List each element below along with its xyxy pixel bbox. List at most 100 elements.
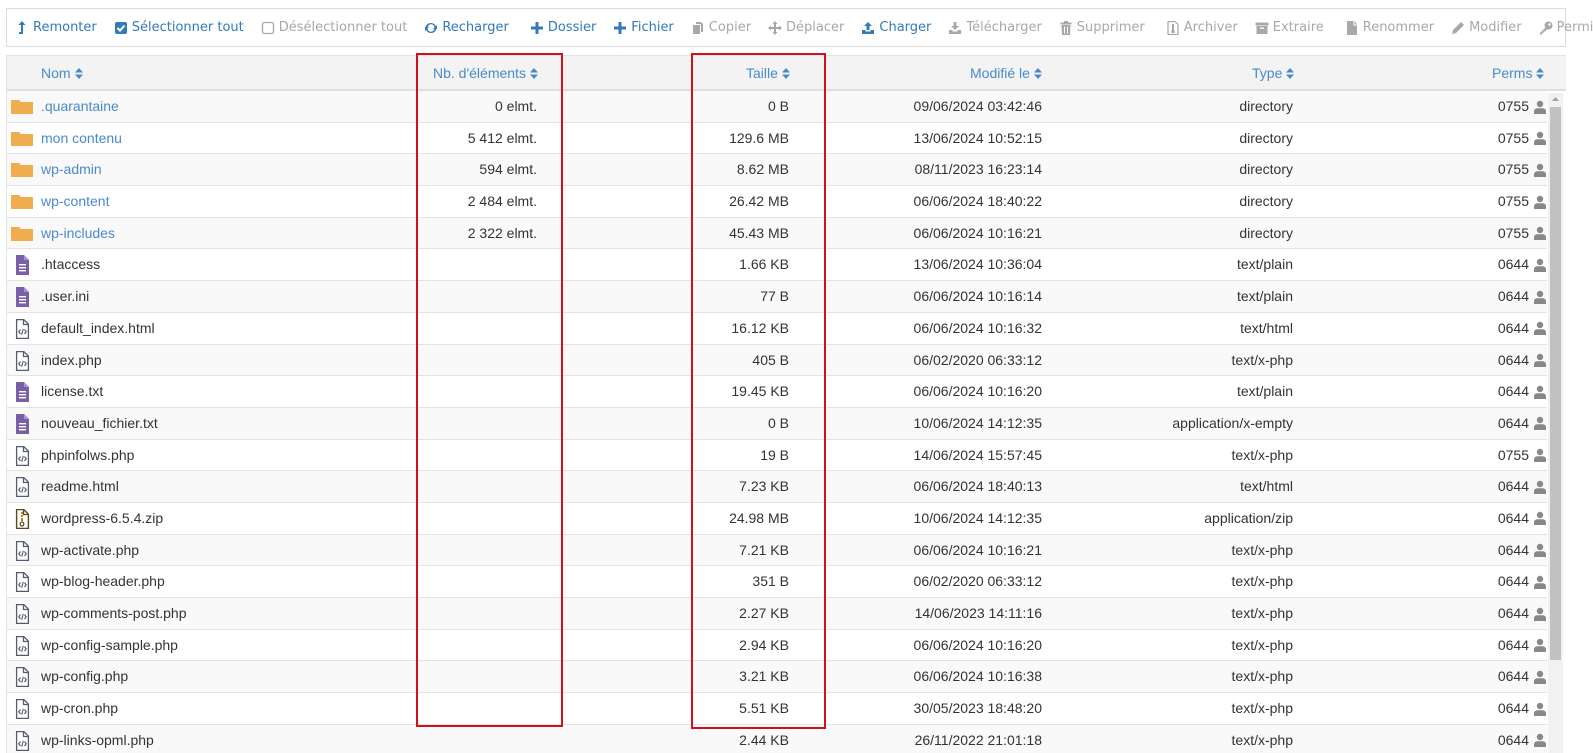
toolbar-button-label: Copier xyxy=(708,20,752,35)
toolbar-button-label: Remonter xyxy=(33,20,97,35)
table-row[interactable]: mon contenu 5 412 elmt. 129.6 MB 13/06/2… xyxy=(7,122,1547,155)
toolbar-button-supprimer[interactable]: Supprimer xyxy=(1059,20,1145,35)
row-perms[interactable]: 0644 xyxy=(1498,693,1547,724)
row-perms[interactable]: 0644 xyxy=(1498,661,1547,692)
scrollbar[interactable] xyxy=(1548,93,1563,753)
row-modified: 26/11/2022 21:01:18 xyxy=(914,731,1042,748)
row-perms[interactable]: 0755 xyxy=(1498,186,1547,217)
toolbar-button-telecharger[interactable]: Télécharger xyxy=(948,20,1042,35)
table-row[interactable]: .quarantaine 0 elmt. 0 B 09/06/2024 03:4… xyxy=(7,91,1547,123)
table-row[interactable]: wp-blog-header.php 351 B 06/02/2020 06:3… xyxy=(7,566,1547,598)
header-items[interactable]: Nb. d'éléments xyxy=(433,56,538,90)
header-perms-label: Perms xyxy=(1492,65,1533,81)
row-perms[interactable]: 0644 xyxy=(1498,408,1547,439)
table-row[interactable]: wp-links-opml.php 2.44 KB 26/11/2022 21:… xyxy=(7,724,1547,753)
row-perms[interactable]: 0644 xyxy=(1498,471,1547,502)
row-name[interactable]: .user.ini xyxy=(41,281,89,312)
table-row[interactable]: index.php 405 B 06/02/2020 06:33:12 text… xyxy=(7,344,1547,377)
toolbar-button-copier[interactable]: Copier xyxy=(691,20,751,35)
row-perms[interactable]: 0644 xyxy=(1498,376,1547,407)
table-row[interactable]: default_index.html 16.12 KB 06/06/2024 1… xyxy=(7,312,1547,345)
row-perms[interactable]: 0755 xyxy=(1498,154,1547,185)
row-name[interactable]: phpinfolws.php xyxy=(41,440,134,471)
toolbar-button-permissions[interactable]: Permissions xyxy=(1539,20,1593,35)
row-name[interactable]: readme.html xyxy=(41,471,119,502)
table-row[interactable]: wordpress-6.5.4.zip 24.98 MB 10/06/2024 … xyxy=(7,502,1547,535)
table-row[interactable]: license.txt 19.45 KB 06/06/2024 10:16:20… xyxy=(7,376,1547,408)
row-perms[interactable]: 0644 xyxy=(1498,598,1547,629)
table-row[interactable]: .user.ini 77 B 06/06/2024 10:16:14 text/… xyxy=(7,281,1547,313)
row-perms[interactable]: 0755 xyxy=(1498,123,1547,154)
toolbar-button-archiver[interactable]: Archiver xyxy=(1166,20,1238,35)
row-name[interactable]: default_index.html xyxy=(41,313,155,344)
row-perms[interactable]: 0644 xyxy=(1498,630,1547,661)
header-size[interactable]: Taille xyxy=(746,56,790,90)
toolbar-button-remonter[interactable]: Remonter xyxy=(15,20,97,35)
table-row[interactable]: wp-cron.php 5.51 KB 30/05/2023 18:48:20 … xyxy=(7,693,1547,725)
table-row[interactable]: .htaccess 1.66 KB 13/06/2024 10:36:04 te… xyxy=(7,249,1547,282)
table-row[interactable]: wp-includes 2 322 elmt. 45.43 MB 06/06/2… xyxy=(7,217,1547,250)
toolbar-button-extraire[interactable]: Extraire xyxy=(1255,20,1324,35)
table-row[interactable]: wp-comments-post.php 2.27 KB 14/06/2023 … xyxy=(7,598,1547,630)
text-file-icon xyxy=(11,255,33,276)
row-name[interactable]: wp-admin xyxy=(41,154,102,185)
row-perms[interactable]: 0755 xyxy=(1498,218,1547,249)
scroll-up-arrow-icon[interactable] xyxy=(1548,93,1563,105)
table-row[interactable]: wp-content 2 484 elmt. 26.42 MB 06/06/20… xyxy=(7,186,1547,218)
row-name[interactable]: index.php xyxy=(41,345,102,376)
row-perms[interactable]: 0755 xyxy=(1498,440,1547,471)
row-name[interactable]: wp-config-sample.php xyxy=(41,630,178,661)
toolbar-button-deselectionner-tout[interactable]: Désélectionner tout xyxy=(261,20,407,35)
row-name[interactable]: wp-links-opml.php xyxy=(41,725,154,753)
header-name[interactable]: Nom xyxy=(41,56,83,90)
toolbar-button-fichier[interactable]: Fichier xyxy=(613,20,674,35)
toolbar-button-modifier[interactable]: Modifier xyxy=(1451,20,1522,35)
header-modified[interactable]: Modifié le xyxy=(970,56,1042,90)
row-perms[interactable]: 0755 xyxy=(1498,91,1547,122)
row-name[interactable]: wp-comments-post.php xyxy=(41,598,187,629)
toolbar-button-renommer[interactable]: Renommer xyxy=(1345,20,1434,35)
row-perms[interactable]: 0644 xyxy=(1498,281,1547,312)
header-type[interactable]: Type xyxy=(1252,56,1295,90)
table-row[interactable]: wp-config-sample.php 2.94 KB 06/06/2024 … xyxy=(7,629,1547,662)
row-name[interactable]: wp-config.php xyxy=(41,661,128,692)
table-row[interactable]: nouveau_fichier.txt 0 B 10/06/2024 14:12… xyxy=(7,407,1547,440)
toolbar-button-dossier[interactable]: Dossier xyxy=(530,20,596,35)
row-name[interactable]: wp-activate.php xyxy=(41,535,139,566)
scrollbar-thumb[interactable] xyxy=(1550,107,1561,660)
row-name[interactable]: mon contenu xyxy=(41,123,122,154)
row-perms[interactable]: 0644 xyxy=(1498,249,1547,280)
table-row[interactable]: readme.html 7.23 KB 06/06/2024 18:40:13 … xyxy=(7,471,1547,503)
table-row[interactable]: wp-admin 594 elmt. 8.62 MB 08/11/2023 16… xyxy=(7,154,1547,187)
row-perms[interactable]: 0644 xyxy=(1498,345,1547,376)
user-icon xyxy=(1529,511,1547,526)
row-type: text/x-php xyxy=(1231,700,1293,717)
toolbar-button-recharger[interactable]: Recharger xyxy=(424,20,509,35)
row-size: 129.6 MB xyxy=(729,129,789,146)
row-name[interactable]: wordpress-6.5.4.zip xyxy=(41,503,163,534)
row-size: 77 B xyxy=(760,288,789,305)
row-perms[interactable]: 0644 xyxy=(1498,313,1547,344)
row-perms[interactable]: 0644 xyxy=(1498,503,1547,534)
table-row[interactable]: wp-activate.php 7.21 KB 06/06/2024 10:16… xyxy=(7,534,1547,567)
row-name[interactable]: .quarantaine xyxy=(41,91,119,122)
row-perms[interactable]: 0644 xyxy=(1498,725,1547,753)
row-name[interactable]: nouveau_fichier.txt xyxy=(41,408,158,439)
toolbar-button-selectionner-tout[interactable]: Sélectionner tout xyxy=(114,20,244,35)
toolbar-button-charger[interactable]: Charger xyxy=(861,20,931,35)
toolbar-button-deplacer[interactable]: Déplacer xyxy=(768,20,844,35)
row-name[interactable]: .htaccess xyxy=(41,249,100,280)
row-name[interactable]: wp-cron.php xyxy=(41,693,118,724)
table-row[interactable]: wp-config.php 3.21 KB 06/06/2024 10:16:3… xyxy=(7,661,1547,694)
header-perms[interactable]: Perms xyxy=(1492,56,1545,90)
row-name[interactable]: wp-content xyxy=(41,186,109,217)
row-name[interactable]: wp-blog-header.php xyxy=(41,566,165,597)
table-row[interactable]: phpinfolws.php 19 B 14/06/2024 15:57:45 … xyxy=(7,439,1547,472)
row-perms[interactable]: 0644 xyxy=(1498,566,1547,597)
row-name[interactable]: wp-includes xyxy=(41,218,115,249)
header-type-label: Type xyxy=(1252,65,1283,81)
row-name[interactable]: license.txt xyxy=(41,376,103,407)
header-name-label: Nom xyxy=(41,65,71,81)
table-body: .quarantaine 0 elmt. 0 B 09/06/2024 03:4… xyxy=(7,91,1566,753)
row-perms[interactable]: 0644 xyxy=(1498,535,1547,566)
